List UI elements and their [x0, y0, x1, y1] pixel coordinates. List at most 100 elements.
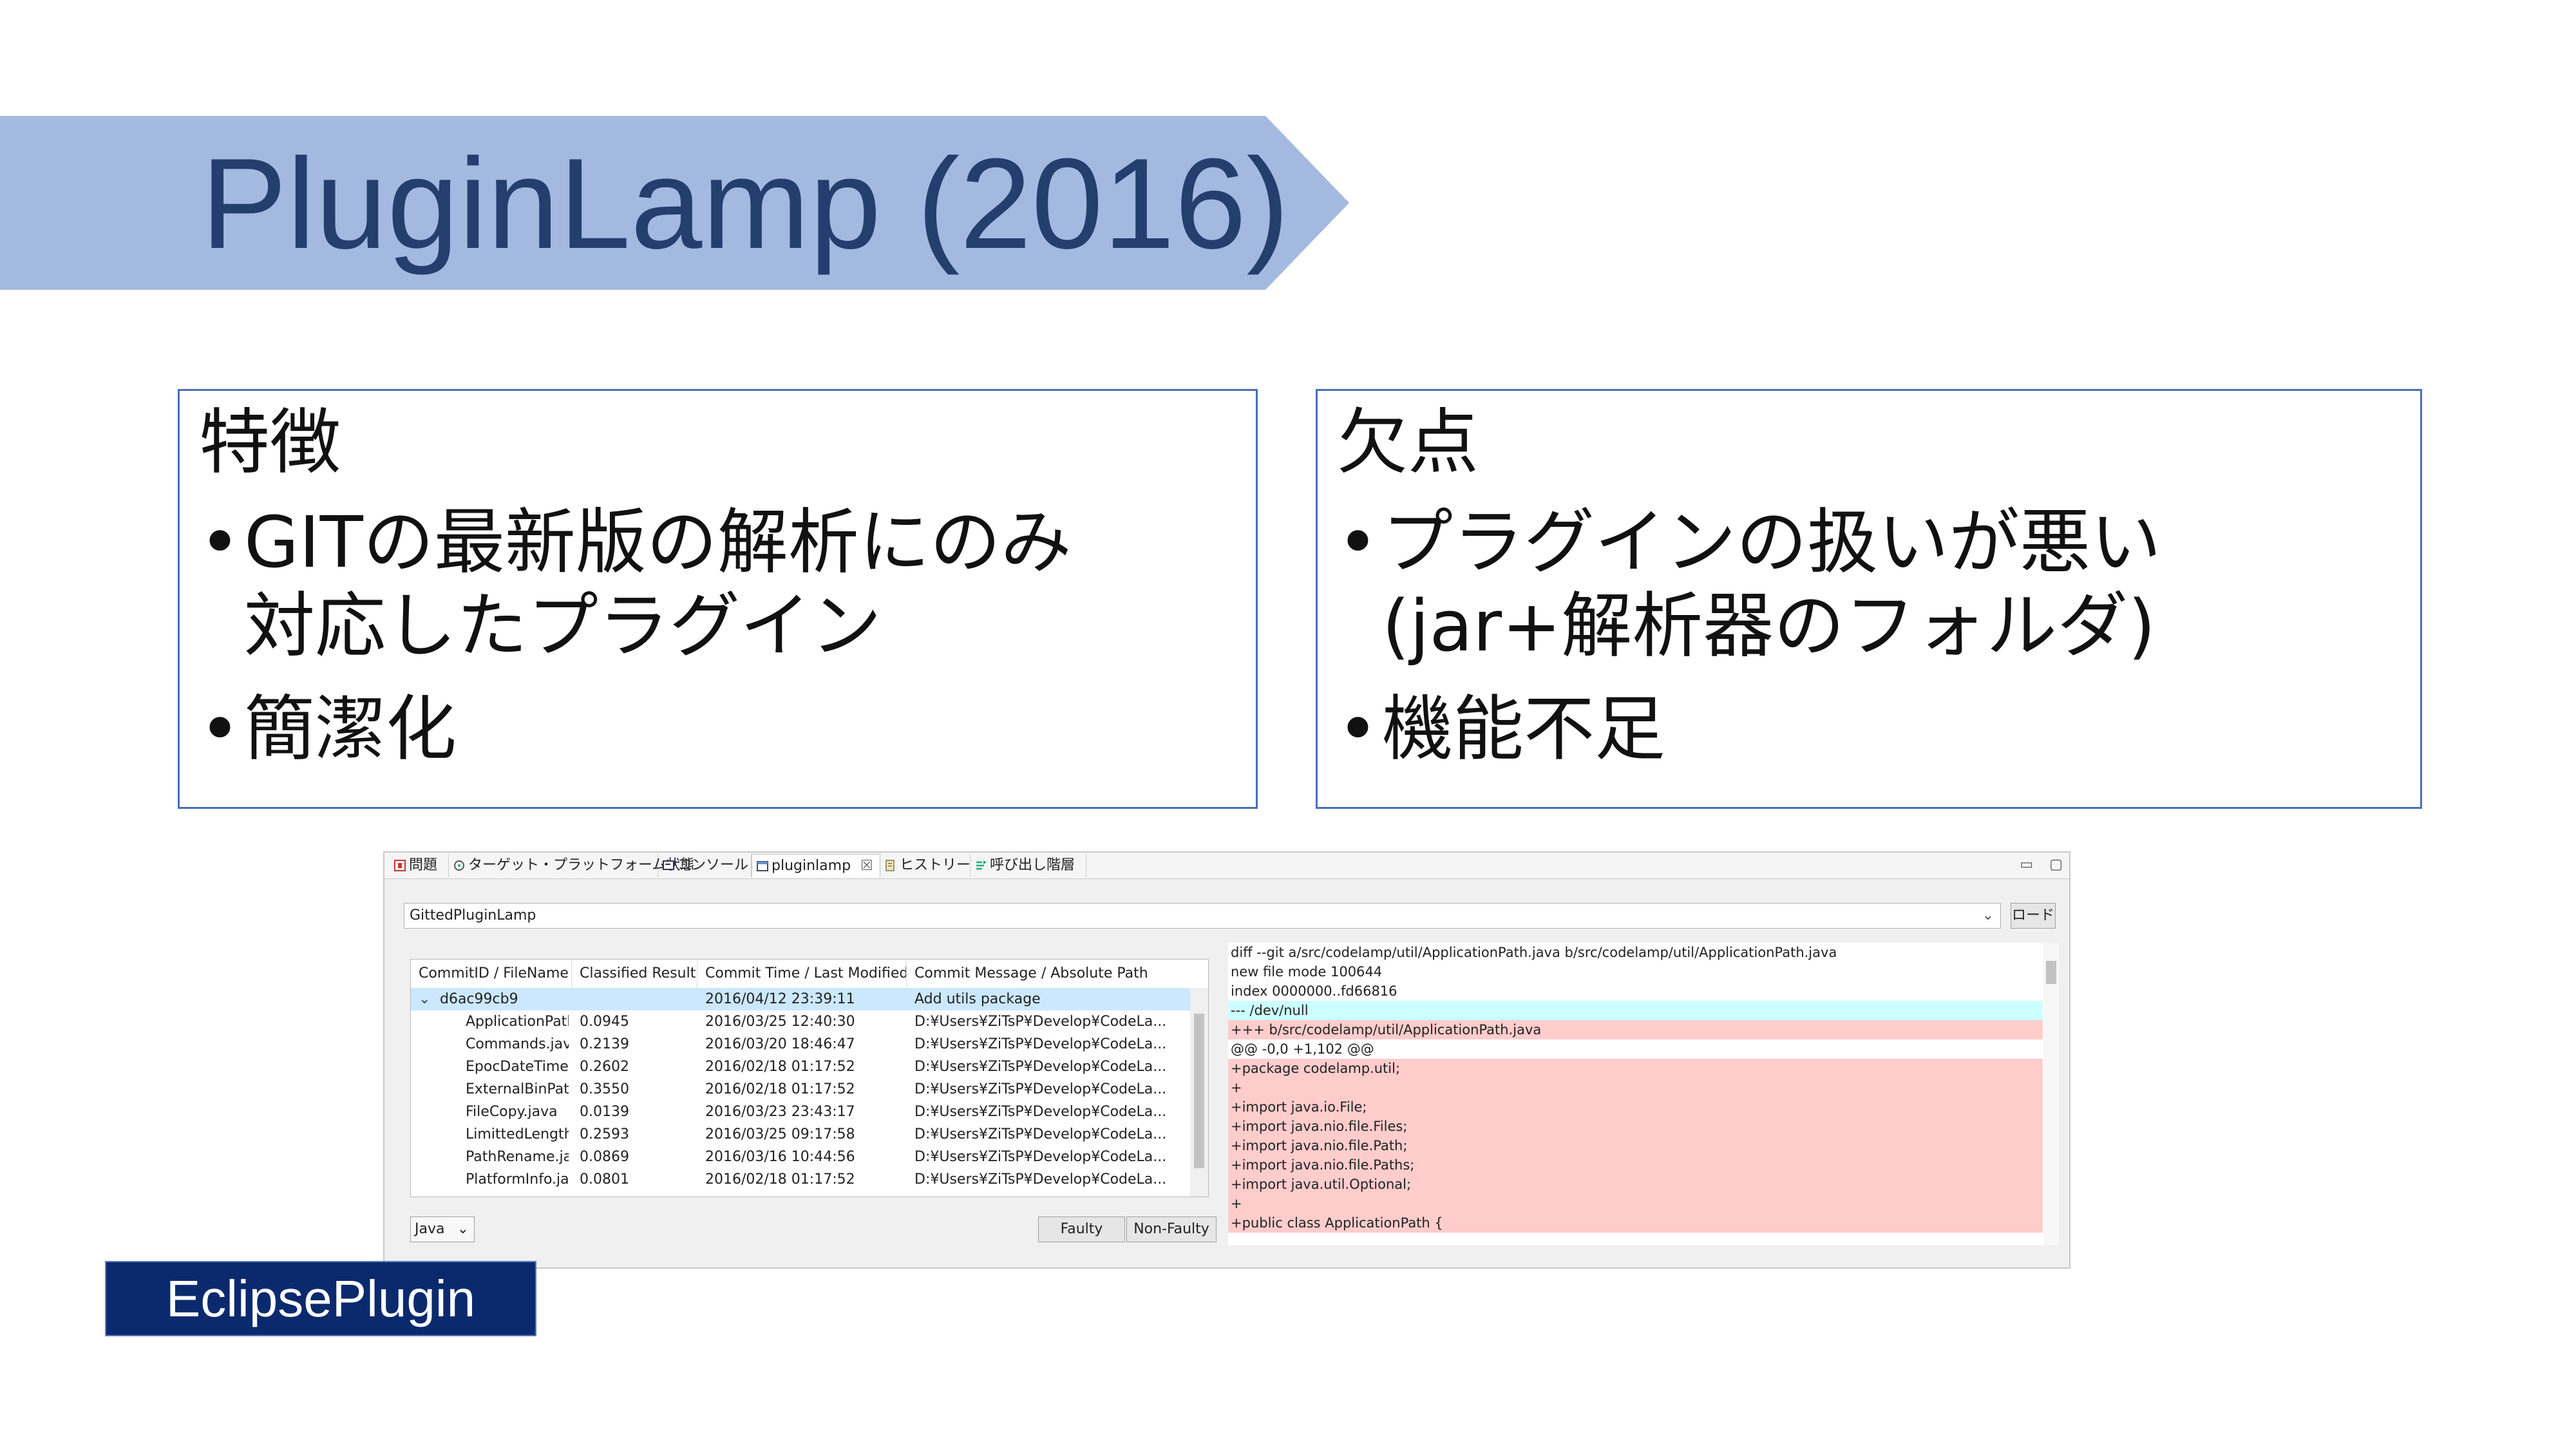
diff-line: +import java.util.Optional;	[1228, 1175, 2043, 1194]
tab-target-platform[interactable]: ターゲット・プラットフォーム状態	[449, 854, 694, 877]
table-cell: 2016/03/16 10:44:56	[705, 1149, 855, 1165]
table-cell: 2016/03/20 18:46:47	[705, 1036, 855, 1052]
table-cell: 2016/03/25 09:17:58	[705, 1126, 855, 1142]
table-cell: 2016/03/25 12:40:30	[705, 1014, 855, 1030]
table-row[interactable]: ApplicationPath 0.0945 2016/03/25 12:40:30…	[411, 1010, 1190, 1033]
chevron-down-icon: ⌄	[457, 1221, 469, 1237]
diff-line: +import java.nio.file.Path;	[1228, 1136, 2043, 1155]
non-faulty-button[interactable]: Non-Faulty	[1126, 1217, 1217, 1242]
table-cell: D:¥Users¥ZiTsP¥Develop¥CodeLa...	[914, 1104, 1167, 1120]
diff-line: +	[1228, 1078, 2043, 1097]
column-header[interactable]: Commit Time / Last Modified	[697, 960, 907, 988]
call-hierarchy-icon	[976, 860, 987, 870]
load-button[interactable]: ロード	[2011, 903, 2056, 929]
table-scrollbar[interactable]	[1190, 988, 1208, 1197]
bullet-dot: •	[1337, 501, 1379, 583]
table-cell: ExternalBinPath	[466, 1081, 569, 1097]
window-controls: ▭ ▢	[2020, 857, 2063, 873]
features-bullet-1-line1: GITの最新版の解析にのみ	[244, 501, 1072, 583]
table-cell: 0.0945	[580, 1014, 629, 1030]
commit-table: CommitID / FileName Classified Result Co…	[410, 959, 1209, 1197]
table-cell: D:¥Users¥ZiTsP¥Develop¥CodeLa...	[914, 1036, 1167, 1052]
tab-call-hierarchy[interactable]: 呼び出し階層	[971, 854, 1086, 877]
diff-line: +public class ApplicationPath {	[1228, 1213, 2043, 1233]
table-cell: PathRename.jav	[466, 1149, 569, 1165]
chevron-down-icon: ⌄	[1982, 907, 1994, 923]
table-cell: Commands.java	[466, 1036, 569, 1052]
tab-history[interactable]: ヒストリー	[880, 854, 971, 877]
drawbacks-box: 欠点 •プラグインの扱いが悪い (jar+解析器のフォルダ) •機能不足	[1316, 389, 2422, 809]
table-row[interactable]: FileCopy.java 0.0139 2016/03/23 23:43:17 D:…	[411, 1101, 1190, 1123]
console-icon	[663, 860, 674, 870]
drawbacks-bullet-1-line1: プラグインの扱いが悪い	[1382, 501, 2161, 583]
view-tab-bar: 問題 ターゲット・プラットフォーム状態 コンソール pluginlamp ☒ ヒ…	[384, 853, 2069, 879]
column-header[interactable]: Commit Message / Absolute Path	[907, 960, 1190, 988]
diff-line: +import java.io.File;	[1228, 1097, 2043, 1117]
table-cell: 0.0869	[580, 1149, 629, 1165]
table-cell: 0.2593	[580, 1126, 629, 1142]
diff-line: diff --git a/src/codelamp/util/Applicati…	[1231, 945, 1837, 960]
drawbacks-bullet-1: •プラグインの扱いが悪い (jar+解析器のフォルダ)	[1337, 500, 2161, 668]
features-bullet-1-line2: 対応したプラグイン	[244, 585, 882, 667]
maximize-icon[interactable]: ▢	[2049, 857, 2063, 873]
language-select[interactable]: Java ⌄	[410, 1217, 475, 1242]
diff-line: +import java.nio.file.Files;	[1228, 1117, 2043, 1136]
bullet-dot: •	[1337, 688, 1379, 770]
diff-viewer: diff --git a/src/codelamp/util/Applicati…	[1228, 943, 2059, 1245]
features-heading: 特徴	[199, 401, 341, 484]
minimize-icon[interactable]: ▭	[2020, 857, 2033, 873]
drawbacks-bullet-2: •機能不足	[1337, 687, 1665, 771]
bullet-dot: •	[199, 688, 241, 770]
drawbacks-bullet-1-line2: (jar+解析器のフォルダ)	[1382, 585, 2156, 667]
tab-console[interactable]: コンソール	[658, 854, 752, 877]
tab-close-icon[interactable]: ☒	[860, 858, 873, 874]
table-row[interactable]: PathRename.jav 0.0869 2016/03/16 10:44:56 D…	[411, 1146, 1190, 1168]
diff-line: +	[1228, 1194, 2043, 1213]
diff-scrollbar[interactable]	[2043, 943, 2059, 1245]
drawbacks-bullet-2-line1: 機能不足	[1382, 688, 1665, 770]
table-cell: 0.2602	[580, 1059, 629, 1075]
scrollbar-thumb[interactable]	[2046, 961, 2056, 984]
page-title: PluginLamp (2016)	[201, 132, 1289, 276]
table-row[interactable]: EpocDateTime.ja 0.2602 2016/02/18 01:17:52…	[411, 1056, 1190, 1078]
table-cell: 2016/02/18 01:17:52	[705, 1081, 855, 1097]
tab-pluginlamp[interactable]: pluginlamp ☒	[752, 854, 880, 877]
view-icon	[757, 861, 768, 871]
eclipse-view-screenshot: 問題 ターゲット・プラットフォーム状態 コンソール pluginlamp ☒ ヒ…	[383, 851, 2070, 1269]
table-cell: 0.2139	[580, 1036, 629, 1052]
diff-line: new file mode 100644	[1231, 964, 1383, 980]
table-cell: EpocDateTime.ja	[466, 1059, 569, 1075]
table-row[interactable]: LimittedLengthS 0.2593 2016/03/25 09:17:58…	[411, 1123, 1190, 1146]
features-bullet-2: •簡潔化	[199, 687, 457, 771]
diff-line: +++ b/src/codelamp/util/ApplicationPath.…	[1228, 1020, 2043, 1039]
problems-icon	[394, 860, 406, 871]
table-cell: 2016/02/18 01:17:52	[705, 1059, 855, 1075]
faulty-button[interactable]: Faulty	[1038, 1217, 1125, 1242]
table-cell: D:¥Users¥ZiTsP¥Develop¥CodeLa...	[914, 1014, 1167, 1030]
table-cell: D:¥Users¥ZiTsP¥Develop¥CodeLa...	[914, 1149, 1167, 1165]
table-cell: D:¥Users¥ZiTsP¥Develop¥CodeLa...	[914, 1081, 1167, 1097]
table-row[interactable]: PlatformInfo.jav 0.0801 2016/02/18 01:17:5…	[411, 1168, 1190, 1191]
table-row[interactable]: Commands.java 0.2139 2016/03/20 18:46:47 D:…	[411, 1033, 1190, 1056]
diff-line: index 0000000..fd66816	[1231, 983, 1397, 999]
table-cell: D:¥Users¥ZiTsP¥Develop¥CodeLa...	[914, 1059, 1167, 1075]
features-bullet-1: •GITの最新版の解析にのみ 対応したプラグイン	[199, 500, 1072, 668]
history-icon	[886, 860, 895, 871]
tab-problems[interactable]: 問題	[390, 854, 449, 877]
table-cell: 0.3550	[580, 1081, 629, 1097]
table-cell: 0.0801	[580, 1171, 629, 1188]
column-header[interactable]: Classified Result	[572, 960, 697, 988]
diff-line: --- /dev/null	[1228, 1001, 2043, 1020]
drawbacks-heading: 欠点	[1337, 401, 1479, 484]
table-cell: FileCopy.java	[466, 1104, 558, 1120]
table-row[interactable]: ExternalBinPath 0.3550 2016/02/18 01:17:52…	[411, 1078, 1190, 1101]
column-header[interactable]: CommitID / FileName	[411, 960, 572, 988]
table-cell: D:¥Users¥ZiTsP¥Develop¥CodeLa...	[914, 1126, 1167, 1142]
diff-line: +package codelamp.util;	[1228, 1059, 2043, 1078]
eclipse-plugin-tag: EclipsePlugin	[105, 1261, 536, 1336]
bullet-dot: •	[199, 501, 241, 583]
table-row-commit[interactable]: ⌄ d6ac99cb9 2016/04/12 23:39:11 Add util…	[411, 988, 1190, 1010]
chevron-down-icon[interactable]: ⌄	[419, 988, 430, 1010]
repository-combo[interactable]: GittedPluginLamp ⌄	[404, 903, 2001, 929]
scrollbar-thumb[interactable]	[1194, 1014, 1204, 1168]
